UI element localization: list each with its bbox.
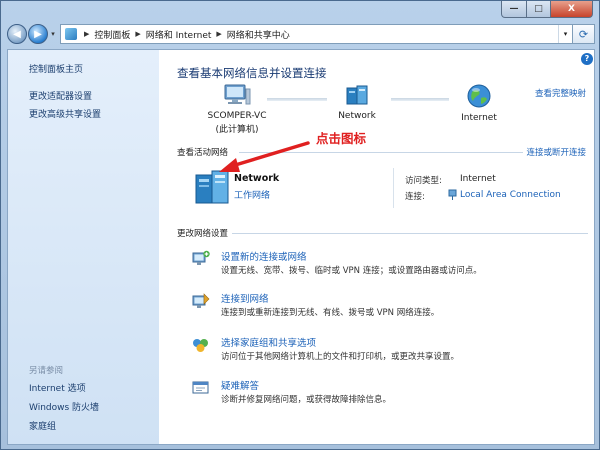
recent-pages-dropdown[interactable]: ▾	[48, 30, 58, 38]
page-title: 查看基本网络信息并设置连接	[177, 66, 327, 80]
view-full-map-link[interactable]: 查看完整映射	[535, 87, 586, 99]
chevron-right-icon[interactable]: ▶	[84, 30, 89, 38]
left-pane: 控制面板主页 更改适配器设置 更改高级共享设置 另请参阅 Internet 选项…	[8, 50, 159, 444]
navigation-bar: ◀ ▶ ▾ ▶ 控制面板 ▶ 网络和 Internet ▶ 网络和共享中心 ▾ …	[7, 22, 595, 46]
breadcrumb-network-internet[interactable]: 网络和 Internet	[146, 28, 212, 41]
task-title[interactable]: 连接到网络	[221, 291, 269, 305]
control-panel-icon	[65, 28, 77, 40]
chevron-right-icon[interactable]: ▶	[135, 30, 140, 38]
task-title[interactable]: 设置新的连接或网络	[221, 249, 307, 263]
annotation-label: 点击图标	[316, 131, 367, 146]
connection-label: 连接:	[405, 192, 425, 202]
forward-button[interactable]: ▶	[28, 24, 48, 44]
ethernet-icon	[448, 189, 457, 200]
active-networks-heading: 查看活动网络	[177, 148, 229, 158]
help-icon[interactable]: ?	[581, 53, 593, 65]
computer-sub-label: (此计算机)	[215, 125, 259, 135]
breadcrumb-control-panel[interactable]: 控制面板	[94, 28, 130, 41]
map-node-computer[interactable]: SCOMPER-VC (此计算机)	[201, 83, 273, 135]
access-type-label: 访问类型:	[405, 176, 442, 186]
active-network-name: Network	[234, 173, 280, 184]
connect-disconnect-link[interactable]: 连接或断开连接	[526, 146, 586, 158]
minimize-button[interactable]: —	[501, 1, 527, 18]
window-frame: — □ X ◀ ▶ ▾ ▶ 控制面板 ▶ 网络和 Internet ▶ 网络和共…	[0, 0, 600, 450]
refresh-button[interactable]: ⟳	[573, 24, 595, 44]
address-dropdown-button[interactable]: ▾	[558, 25, 572, 43]
sidebar-item-advanced-sharing[interactable]: 更改高级共享设置	[29, 107, 101, 120]
task-description: 连接到或重新连接到无线、有线、拨号或 VPN 网络连接。	[221, 308, 440, 318]
breadcrumb-network-sharing-center[interactable]: 网络和共享中心	[227, 28, 290, 41]
network-type-link[interactable]: 工作网络	[234, 188, 270, 201]
sidebar-item-windows-firewall[interactable]: Windows 防火墙	[29, 400, 99, 413]
maximize-button[interactable]: □	[527, 1, 551, 18]
vertical-divider	[393, 168, 394, 208]
caption-buttons: — □ X	[501, 1, 593, 18]
section-divider	[232, 233, 588, 234]
map-connector-line	[267, 98, 327, 101]
connect-network-icon	[192, 293, 210, 308]
task-description: 设置无线、宽带、拨号、临时或 VPN 连接；或设置路由器或访问点。	[221, 266, 482, 276]
access-type-value: Internet	[460, 174, 496, 184]
task-title[interactable]: 选择家庭组和共享选项	[221, 335, 316, 349]
sidebar-item-control-panel-home[interactable]: 控制面板主页	[29, 62, 83, 75]
active-network-icon[interactable]	[192, 167, 232, 207]
back-button[interactable]: ◀	[7, 24, 27, 44]
chevron-right-icon[interactable]: ▶	[216, 30, 221, 38]
close-button[interactable]: X	[551, 1, 593, 18]
sidebar-item-homegroup[interactable]: 家庭组	[29, 419, 56, 432]
map-node-network[interactable]: Network	[327, 83, 387, 121]
task-description: 访问位于其他网络计算机上的文件和打印机，或更改共享设置。	[221, 352, 460, 362]
main-pane: ? 查看基本网络信息并设置连接 查看完整映射 SCOMPER-VC (此计算机)	[159, 50, 595, 444]
see-also-heading: 另请参阅	[29, 366, 64, 376]
change-settings-heading: 更改网络设置	[177, 229, 229, 239]
internet-name-label: Internet	[461, 113, 497, 123]
computer-name-label: SCOMPER-VC	[207, 111, 267, 121]
map-node-internet[interactable]: Internet	[451, 83, 507, 123]
network-name-label: Network	[338, 111, 376, 121]
map-connector-line	[391, 98, 449, 101]
address-bar[interactable]: ▶ 控制面板 ▶ 网络和 Internet ▶ 网络和共享中心 ▾	[60, 24, 573, 44]
troubleshoot-icon	[192, 381, 209, 394]
new-connection-icon	[192, 250, 210, 265]
computer-icon	[224, 84, 251, 105]
content-area: 控制面板主页 更改适配器设置 更改高级共享设置 另请参阅 Internet 选项…	[7, 49, 595, 445]
task-description: 诊断并修复网络问题，或获得故障排除信息。	[221, 395, 392, 405]
homegroup-icon	[193, 339, 208, 352]
task-title[interactable]: 疑难解答	[221, 378, 259, 392]
section-divider	[239, 152, 523, 153]
globe-icon	[467, 84, 491, 108]
connection-link[interactable]: Local Area Connection	[460, 190, 561, 200]
sidebar-item-internet-options[interactable]: Internet 选项	[29, 381, 86, 394]
network-icon	[346, 85, 368, 105]
sidebar-item-adapter-settings[interactable]: 更改适配器设置	[29, 89, 92, 102]
